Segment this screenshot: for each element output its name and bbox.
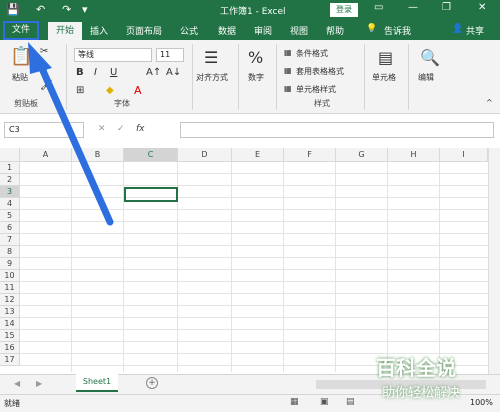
watermark: 百科全说 助你轻松解决 <box>368 350 500 406</box>
arrow-shaft <box>36 60 114 226</box>
arrow-head <box>28 42 52 74</box>
watermark-title: 百科全说 <box>376 356 456 380</box>
watermark-subtitle: 助你轻松解决 <box>382 386 461 401</box>
